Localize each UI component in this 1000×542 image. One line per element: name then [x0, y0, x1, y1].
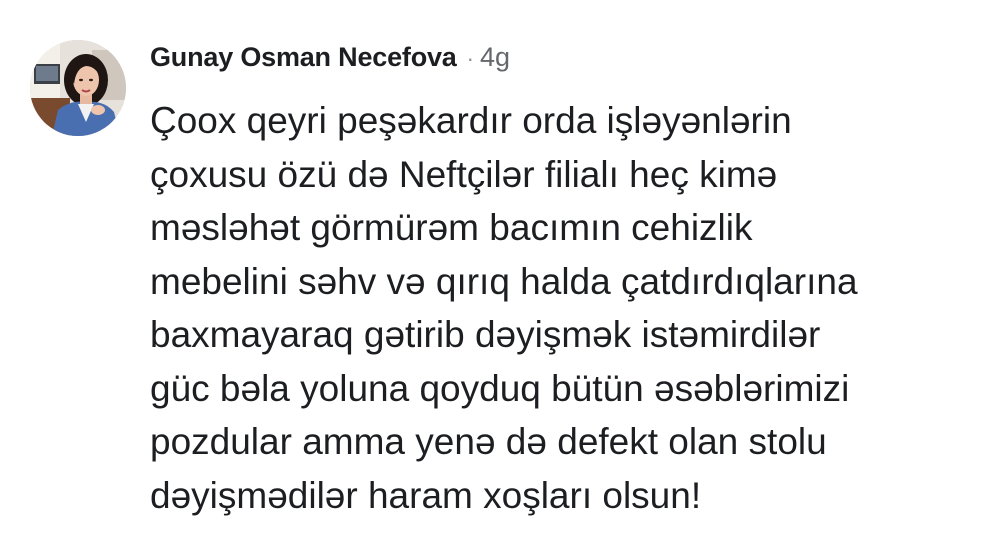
comment-line: pozdular amma yenə də defekt olan stolu [150, 421, 827, 462]
comment-line: baxmayaraq gətirib dəyişmək istəmirdilər [150, 314, 821, 355]
comment-line: Çoox qeyri peşəkardır orda işləyənlərin [150, 100, 792, 141]
comment-line: güc bəla yoluna qoyduq bütün əsəblərimiz… [150, 367, 850, 409]
comment-text: Çoox qeyri peşəkardır orda işləyənlərin … [150, 94, 990, 522]
comment-line: mebelini səhv və qırıq halda çatdırdıqla… [150, 260, 858, 302]
comment-header: Gunay Osman Necefova · 4g [150, 42, 510, 82]
author-name[interactable]: Gunay Osman Necefova [150, 42, 457, 73]
comment-line: məsləhət görmürəm bacımın cehizlik [150, 207, 753, 248]
timestamp[interactable]: 4g [480, 42, 510, 73]
comment-line: dəyişmədilər haram xoşları olsun! [150, 474, 702, 516]
separator-dot: · [466, 46, 474, 71]
comment: Gunay Osman Necefova · 4g Çoox qeyri peş… [0, 0, 1000, 542]
avatar[interactable] [30, 40, 126, 136]
comment-line: çoxusu özü də Neftçilər filialı heç kimə [150, 153, 778, 195]
